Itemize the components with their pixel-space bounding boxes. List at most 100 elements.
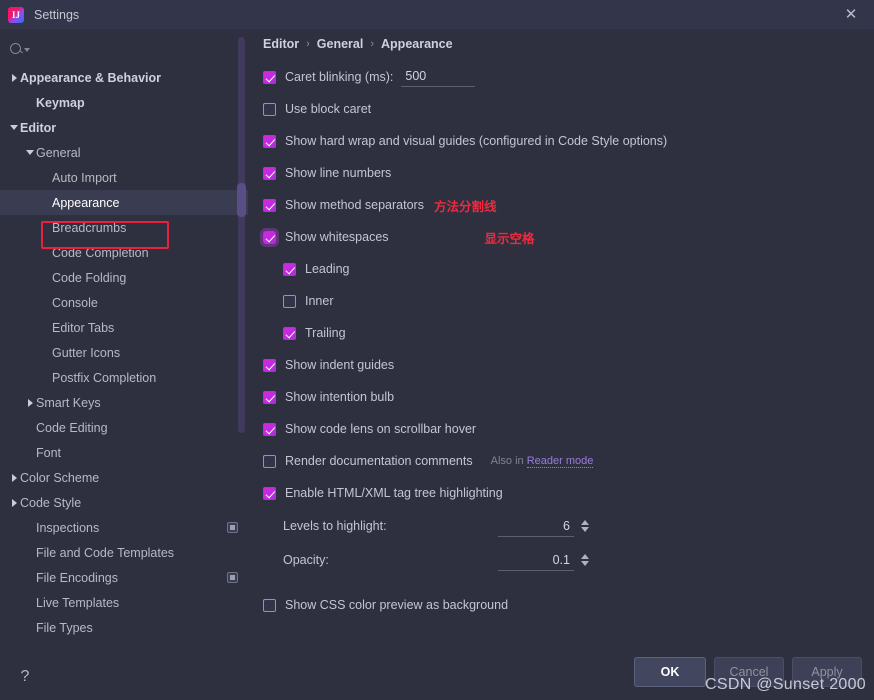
sidebar-item-breadcrumbs[interactable]: Breadcrumbs xyxy=(0,215,248,240)
red-annotation-text: 显示空格 xyxy=(484,231,535,246)
sidebar-item-keymap[interactable]: Keymap xyxy=(0,90,248,115)
checkbox-leading[interactable] xyxy=(283,262,296,276)
sidebar-item-label: Code Completion xyxy=(52,245,149,260)
sidebar-item-general[interactable]: General xyxy=(0,140,248,165)
reader-mode-link[interactable]: Reader mode xyxy=(526,455,594,468)
option-inner[interactable]: Inner xyxy=(263,285,874,317)
sidebar-item-file-types[interactable]: File Types xyxy=(0,615,248,640)
sidebar-item-label: Postfix Completion xyxy=(52,370,157,385)
option-label: Show line numbers xyxy=(285,166,392,180)
sidebar-item-label: Code Style xyxy=(20,495,82,510)
sidebar-item-color-scheme[interactable]: Color Scheme xyxy=(0,465,248,490)
option-enable-html-xml-tag-tree-highlighting[interactable]: Enable HTML/XML tag tree highlighting xyxy=(263,477,874,509)
sidebar-item-code-editing[interactable]: Code Editing xyxy=(0,415,248,440)
breadcrumb-item[interactable]: General xyxy=(317,37,364,51)
checkbox-show-hard-wrap-and-visual-guides-configured-in-code-style-options[interactable] xyxy=(263,134,276,148)
spinner-input[interactable]: 6 xyxy=(498,516,574,537)
ok-button[interactable]: OK xyxy=(634,657,706,687)
breadcrumb: Editor › General › Appearance xyxy=(263,29,874,53)
checkbox-use-block-caret[interactable] xyxy=(263,102,276,116)
sidebar-item-editor-tabs[interactable]: Editor Tabs xyxy=(0,315,248,340)
sidebar-item-console[interactable]: Console xyxy=(0,290,248,315)
sidebar-item-code-folding[interactable]: Code Folding xyxy=(0,265,248,290)
sidebar-item-label: Breadcrumbs xyxy=(52,220,127,235)
sidebar-item-font[interactable]: Font xyxy=(0,440,248,465)
breadcrumb-item[interactable]: Appearance xyxy=(381,37,453,51)
sidebar-item-label: Code Editing xyxy=(36,420,108,435)
sidebar-item-inspections[interactable]: Inspections xyxy=(0,515,248,540)
help-icon[interactable]: ? xyxy=(14,666,36,688)
sidebar-item-postfix-completion[interactable]: Postfix Completion xyxy=(0,365,248,390)
apply-button[interactable]: Apply xyxy=(792,657,862,687)
chevron-right-icon[interactable] xyxy=(24,399,36,407)
chevron-right-icon[interactable] xyxy=(8,474,20,482)
checkbox-show-line-numbers[interactable] xyxy=(263,166,276,180)
cancel-button[interactable]: Cancel xyxy=(714,657,784,687)
checkbox-show-code-lens-on-scrollbar-hover[interactable] xyxy=(263,422,276,436)
checkbox-show-intention-bulb[interactable] xyxy=(263,390,276,404)
chevron-right-icon[interactable] xyxy=(8,74,20,82)
chevron-up-icon[interactable] xyxy=(581,520,589,525)
spinner-input[interactable]: 0.1 xyxy=(498,550,574,571)
chevron-down-icon[interactable] xyxy=(8,125,20,130)
option-show-method-separators[interactable]: Show method separators 方法分割线 xyxy=(263,189,874,221)
chevron-down-icon[interactable] xyxy=(24,150,36,155)
sidebar-item-live-templates[interactable]: Live Templates xyxy=(0,590,248,615)
sidebar-item-file-encodings[interactable]: File Encodings xyxy=(0,565,248,590)
option-show-code-lens-on-scrollbar-hover[interactable]: Show code lens on scrollbar hover xyxy=(263,413,874,445)
option-render-documentation-comments[interactable]: Render documentation comments Also in Rea… xyxy=(263,445,874,477)
caret-blinking-input[interactable]: 500 xyxy=(401,68,476,87)
option-caret-blinking[interactable]: Caret blinking (ms): 500 xyxy=(263,61,874,93)
sidebar-item-label: Editor xyxy=(20,120,57,135)
option-label: Trailing xyxy=(305,326,346,340)
sidebar-item-label: Code Folding xyxy=(52,270,127,285)
checkbox-css-color-preview[interactable] xyxy=(263,598,276,612)
sidebar-item-editor[interactable]: Editor xyxy=(0,115,248,140)
sidebar-item-smart-keys[interactable]: Smart Keys xyxy=(0,390,248,415)
option-leading[interactable]: Leading xyxy=(263,253,874,285)
option-show-intention-bulb[interactable]: Show intention bulb xyxy=(263,381,874,413)
settings-content: Editor › General › Appearance Caret blinking… xyxy=(248,29,874,700)
option-show-hard-wrap-and-visual-guides-configured-in-code-style-options[interactable]: Show hard wrap and visual guides (config… xyxy=(263,125,874,157)
checkbox-show-whitespaces[interactable] xyxy=(263,230,276,244)
close-icon[interactable]: ✕ xyxy=(828,0,874,29)
option-trailing[interactable]: Trailing xyxy=(263,317,874,349)
breadcrumb-separator: › xyxy=(370,38,375,50)
option-label: Show code lens on scrollbar hover xyxy=(285,422,477,436)
spinner-rows: Levels to highlight: 6 Opacity: 0.1 xyxy=(263,509,874,577)
option-css-color-preview[interactable]: Show CSS color preview as background xyxy=(263,589,874,621)
sidebar-scrollbar[interactable] xyxy=(237,37,246,433)
sidebar-item-auto-import[interactable]: Auto Import xyxy=(0,165,248,190)
sidebar-item-appearance-behavior[interactable]: Appearance & Behavior xyxy=(0,65,248,90)
chevron-up-icon[interactable] xyxy=(581,554,589,559)
option-show-indent-guides[interactable]: Show indent guides xyxy=(263,349,874,381)
chevron-down-icon[interactable] xyxy=(581,527,589,532)
checkbox-caret-blinking[interactable] xyxy=(263,70,276,84)
checkbox-show-method-separators[interactable] xyxy=(263,198,276,212)
sidebar-item-code-style[interactable]: Code Style xyxy=(0,490,248,515)
sidebar-item-appearance[interactable]: Appearance xyxy=(0,190,248,215)
option-use-block-caret[interactable]: Use block caret xyxy=(263,93,874,125)
sidebar-item-code-completion[interactable]: Code Completion xyxy=(0,240,248,265)
spinner-arrows[interactable] xyxy=(579,554,591,566)
sidebar-item-label: File Encodings xyxy=(36,570,118,585)
checkbox-render-documentation-comments[interactable] xyxy=(263,454,276,468)
checkbox-trailing[interactable] xyxy=(283,326,296,340)
option-label: Show intention bulb xyxy=(285,390,395,404)
checkbox-show-indent-guides[interactable] xyxy=(263,358,276,372)
option-label: Show method separators xyxy=(285,198,424,212)
search-input[interactable] xyxy=(0,29,248,59)
option-show-whitespaces[interactable]: Show whitespaces 显示空格 xyxy=(263,221,874,253)
spinner-arrows[interactable] xyxy=(579,520,591,532)
spinner-value: 6 xyxy=(563,518,570,533)
scrollbar-thumb[interactable] xyxy=(237,183,246,217)
dialog-buttons: OK Cancel Apply xyxy=(634,657,862,687)
checkbox-inner[interactable] xyxy=(283,294,296,308)
sidebar-item-file-and-code-templates[interactable]: File and Code Templates xyxy=(0,540,248,565)
option-show-line-numbers[interactable]: Show line numbers xyxy=(263,157,874,189)
chevron-down-icon[interactable] xyxy=(581,561,589,566)
breadcrumb-item[interactable]: Editor xyxy=(263,37,299,51)
sidebar-item-gutter-icons[interactable]: Gutter Icons xyxy=(0,340,248,365)
chevron-right-icon[interactable] xyxy=(8,499,20,507)
checkbox-enable-html-xml-tag-tree-highlighting[interactable] xyxy=(263,486,276,500)
